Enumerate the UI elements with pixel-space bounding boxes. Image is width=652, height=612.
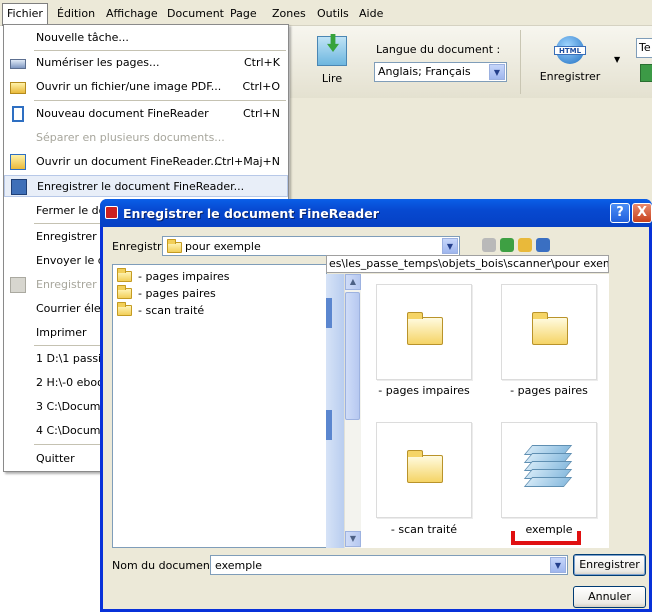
menu-separator xyxy=(34,100,286,101)
list-item[interactable]: - pages paires xyxy=(117,285,216,303)
nav-toolbar xyxy=(482,238,572,254)
thumbnail-label: - pages paires xyxy=(510,384,588,397)
menu-item-scan-pages[interactable]: Numériser les pages... Ctrl+K xyxy=(4,52,288,74)
folder-icon xyxy=(407,450,443,483)
up-folder-icon[interactable] xyxy=(500,238,514,252)
folder-icon xyxy=(167,239,182,253)
thumbnail-folder[interactable] xyxy=(376,284,472,380)
thumbnail-label: - pages impaires xyxy=(378,384,470,397)
menu-item-split-document: Séparer en plusieurs documents... xyxy=(36,131,225,144)
save-html-label: Enregistrer xyxy=(539,70,601,83)
new-document-icon xyxy=(12,106,24,122)
menu-affichage[interactable]: Affichage xyxy=(102,6,162,22)
chevron-down-icon[interactable]: ▼ xyxy=(442,238,458,254)
language-select[interactable]: Anglais; Français ▼ xyxy=(374,62,507,82)
menu-outils[interactable]: Outils xyxy=(313,6,353,22)
save-in-label: Enregistre xyxy=(112,240,169,253)
menubar: Fichier Édition Affichage Document Page … xyxy=(0,0,652,26)
text-format-field[interactable]: Te xyxy=(636,38,652,58)
menu-aide[interactable]: Aide xyxy=(355,6,387,22)
folder-icon xyxy=(532,312,568,345)
document-name-label: Nom du document : xyxy=(112,559,222,572)
file-list[interactable]: - pages impaires - pages paires - scan t… xyxy=(112,264,327,548)
folder-open-icon xyxy=(10,82,26,94)
list-item[interactable]: - pages impaires xyxy=(117,268,230,286)
read-button[interactable]: Lire xyxy=(310,36,354,91)
path-bar[interactable]: es\les_passe_temps\objets_bois\scanner\p… xyxy=(326,255,609,273)
scanner-icon xyxy=(10,59,26,69)
document-name-field[interactable]: exemple ▼ xyxy=(210,555,568,575)
cancel-button[interactable]: Annuler xyxy=(573,586,646,608)
thumbnail-folder[interactable] xyxy=(501,284,597,380)
folder-icon xyxy=(117,302,132,316)
menu-item-open-pdf[interactable]: Ouvrir un fichier/une image PDF... Ctrl+O xyxy=(4,76,288,98)
read-button-label: Lire xyxy=(321,72,343,85)
menu-page[interactable]: Page xyxy=(226,6,261,22)
view-menu-icon[interactable] xyxy=(536,238,550,252)
menu-item-new-document[interactable]: Nouveau document FineReader Ctrl+N xyxy=(4,103,288,125)
save-disk-icon xyxy=(10,277,26,293)
menu-zones[interactable]: Zones xyxy=(268,6,310,22)
thumbnail-folder[interactable] xyxy=(376,422,472,518)
side-panel-accent xyxy=(326,410,332,440)
help-button[interactable]: ? xyxy=(610,203,630,223)
menu-document[interactable]: Document xyxy=(163,6,228,22)
read-icon xyxy=(317,36,347,66)
open-document-icon xyxy=(10,154,26,170)
menu-fichier[interactable]: Fichier xyxy=(2,3,48,26)
close-button[interactable]: X xyxy=(632,203,652,223)
folder-icon xyxy=(117,268,132,282)
dialog-title: Enregistrer le document FineReader xyxy=(123,206,379,221)
scroll-down-icon[interactable]: ▼ xyxy=(345,531,361,547)
save-button[interactable]: Enregistrer xyxy=(573,554,646,576)
html-globe-icon: HTML xyxy=(554,36,586,64)
list-item[interactable]: - scan traité xyxy=(117,302,204,320)
language-value: Anglais; Français xyxy=(378,65,471,78)
side-panel-accent xyxy=(326,298,332,328)
new-folder-icon[interactable] xyxy=(518,238,532,252)
language-label: Langue du document : xyxy=(376,43,501,56)
thumbnail-view[interactable]: - pages impaires - pages paires - scan t… xyxy=(361,274,609,548)
chevron-down-icon[interactable]: ▼ xyxy=(489,64,505,80)
highlight-annotation xyxy=(511,531,581,545)
folder-icon xyxy=(117,285,132,299)
image-icon[interactable] xyxy=(640,64,652,82)
menu-item-save-document[interactable]: Enregistrer le document FineReader... xyxy=(4,175,288,197)
menu-edition[interactable]: Édition xyxy=(53,6,99,22)
finereader-icon xyxy=(105,206,118,219)
scrollbar-thumb[interactable] xyxy=(345,292,360,420)
save-dropdown-arrow-icon[interactable]: ▼ xyxy=(614,55,620,64)
menu-item-new-task[interactable]: Nouvelle tâche... xyxy=(4,27,288,49)
menu-separator xyxy=(34,50,286,51)
scroll-up-icon[interactable]: ▲ xyxy=(345,274,361,290)
save-disk-icon xyxy=(11,179,27,195)
chevron-down-icon[interactable]: ▼ xyxy=(550,557,566,573)
thumbnail-file[interactable] xyxy=(501,422,597,518)
thumbnail-label: - scan traité xyxy=(390,523,458,536)
toolbar-divider xyxy=(520,30,521,94)
save-in-combo[interactable]: pour exemple ▼ xyxy=(162,236,460,256)
folder-icon xyxy=(407,312,443,345)
menu-item-open-document[interactable]: Ouvrir un document FineReader... Ctrl+Maj… xyxy=(4,151,288,173)
back-icon[interactable] xyxy=(482,238,496,252)
save-html-button[interactable]: HTML Enregistrer xyxy=(538,36,602,91)
